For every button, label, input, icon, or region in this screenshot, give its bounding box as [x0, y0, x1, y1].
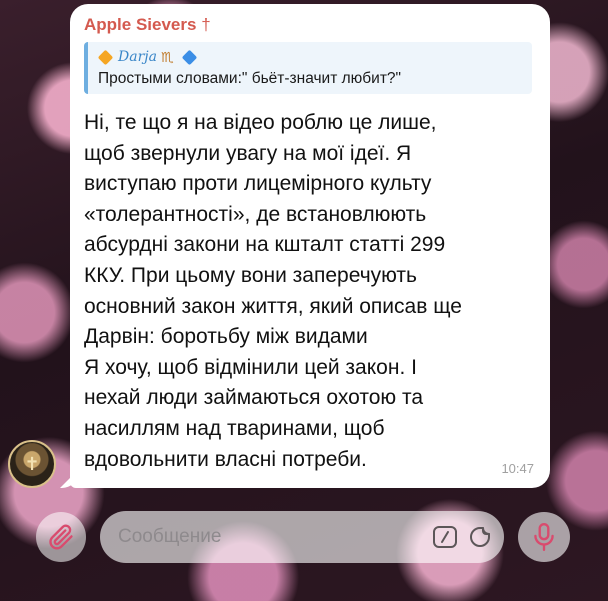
- reply-quote[interactable]: Darja ♏ Простыми словами:" бьёт-значит л…: [84, 42, 532, 94]
- blue-diamond-icon: [181, 49, 197, 65]
- sender-avatar[interactable]: ✝: [8, 440, 56, 488]
- message-line: Я хочу, щоб відмінили цей закон. І: [84, 355, 417, 379]
- message-time: 10:47: [501, 461, 534, 476]
- command-icon[interactable]: [432, 525, 458, 549]
- message-line: виступаю проти лицемірного культу: [84, 172, 432, 196]
- message-input-placeholder: Сообщение: [118, 526, 222, 547]
- message-text: Ні, те що я на відео роблю це лише, щоб …: [84, 108, 524, 475]
- message-bubble[interactable]: Apple Sievers † Darja ♏ Простыми словами…: [70, 4, 550, 488]
- reply-author: Darja: [118, 49, 157, 65]
- message-line: абсурдні закони на кшталт статті 299: [84, 233, 446, 257]
- message-input[interactable]: Сообщение: [100, 511, 504, 563]
- message-line: Дарвін: боротьбу між видами: [84, 325, 368, 349]
- reply-text: Простыми словами:" бьёт-значит любит?": [98, 70, 402, 87]
- message-line: ККУ. При цьому вони заперечують: [84, 263, 417, 287]
- message-line: нехай люди займаються охотою та: [84, 386, 424, 410]
- sender-name[interactable]: Apple Sievers: [84, 15, 196, 34]
- paperclip-icon: [49, 524, 73, 550]
- attach-button[interactable]: [36, 512, 86, 562]
- input-actions: [432, 525, 492, 549]
- message-line: вдовольнити власні потреби.: [84, 447, 367, 471]
- sender-cross-mark: †: [201, 15, 211, 34]
- avatar-figure-icon: ✝: [24, 453, 40, 474]
- microphone-icon: [534, 522, 554, 552]
- composer-bar: Сообщение: [0, 502, 608, 601]
- scorpion-icon: ♏: [160, 48, 174, 65]
- reply-author-row: Darja ♏: [97, 47, 522, 67]
- message-line: Ні, те що я на відео роблю це лише,: [84, 111, 437, 134]
- orange-diamond-icon: [97, 49, 114, 65]
- message-line: «толерантності», де встановлюють: [84, 202, 427, 226]
- microphone-button[interactable]: [518, 512, 570, 562]
- sticker-icon[interactable]: [468, 525, 492, 549]
- message-line: основний закон життя, який описав ще: [84, 294, 462, 318]
- sender-name-row[interactable]: Apple Sievers †: [84, 14, 536, 36]
- message-line: насиллям над тваринами, щоб: [84, 416, 385, 440]
- message-line: щоб звернули увагу на мої ідеї. Я: [84, 141, 412, 165]
